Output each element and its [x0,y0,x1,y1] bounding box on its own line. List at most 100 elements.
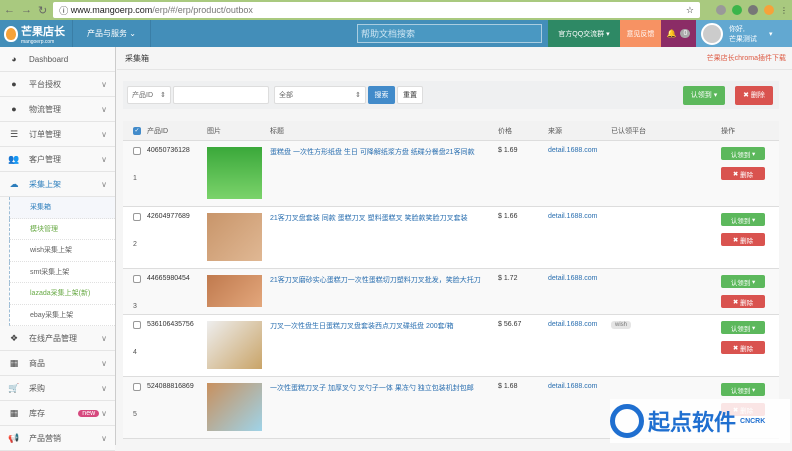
sidebar-item-marketing[interactable]: 📢 产品营销 ∨ [0,426,115,451]
source-link[interactable]: detail.1688.com [548,213,597,220]
sidebar-subitem-ebay[interactable]: ebay采集上架 [9,304,115,326]
back-icon[interactable]: ← [4,4,15,16]
source-link[interactable]: detail.1688.com [548,147,597,154]
sidebar-label: 采购 [29,383,45,393]
row-checkbox[interactable] [133,383,141,391]
sidebar-item-orders[interactable]: ☰ 订单管理 ∨ [0,122,115,147]
search-button[interactable]: 搜索 [368,86,395,104]
product-title-link[interactable]: 一次性蛋糕刀叉子 加厚叉勺 叉勺子一体 果冻勺 独立包装机封包邮 [270,385,474,392]
extension-icon[interactable] [764,5,774,15]
source-link[interactable]: detail.1688.com [548,275,597,282]
bulk-claim-button[interactable]: 认领到 ▾ [683,85,725,105]
extension-icon[interactable] [732,5,742,15]
filter-input[interactable] [173,86,269,104]
claim-button[interactable]: 认领到 ▾ [721,383,765,396]
product-image[interactable] [207,147,262,199]
extension-icon[interactable] [748,5,758,15]
chevron-down-icon: ∨ [101,104,107,114]
sidebar-subitem-wish[interactable]: wish采集上架 [9,240,115,262]
row-checkbox[interactable] [133,213,141,221]
search-placeholder: 帮助文档搜索 [360,29,415,39]
product-image[interactable] [207,321,262,369]
forward-icon[interactable]: → [21,4,32,16]
list-icon: ☰ [9,128,19,139]
sidebar-item-platform-auth[interactable]: ● 平台授权 ∨ [0,72,115,97]
product-image[interactable] [207,275,262,307]
delete-button[interactable]: ✖ 删除 [721,341,765,354]
status-select[interactable]: 全部 ⇕ [274,86,366,104]
product-title-link[interactable]: 蛋糕盘 一次性方形纸盘 生日 可降解纸浆方盘 纸碟分餐盘21客同款 [270,149,475,156]
bullhorn-icon: 📢 [8,432,20,443]
notifications-button[interactable]: 🔔 0 [660,20,696,47]
claim-label: 认领到 [730,151,751,159]
feedback-button[interactable]: 意见反馈 [619,20,661,47]
product-title-link[interactable]: 21客刀叉盘套装 同款 蛋糕刀叉 塑料蛋糕叉 笑脸款笑脸刀叉套装 [270,215,468,222]
row-checkbox[interactable] [133,321,141,329]
extension-icon[interactable] [716,5,726,15]
sidebar-item-goods[interactable]: ▦ 商品 ∨ [0,351,115,376]
close-icon: ✖ [732,170,741,178]
products-services-menu[interactable]: 产品与服务 ⌄ [72,20,151,47]
sidebar-subitem-outbox[interactable]: 采集箱 [9,197,115,219]
col-source: 来源 [548,127,562,135]
sidebar-item-dashboard[interactable]: ◕ Dashboard [0,47,115,72]
user-menu[interactable]: 你好, 芒果测试 ▾ [695,20,792,47]
reload-icon[interactable]: ↻ [38,4,47,17]
sidebar-subitem-smt[interactable]: smt采集上架 [9,261,115,283]
field-select[interactable]: 产品ID ⇕ [127,86,171,104]
filter-bar: 产品ID ⇕ 全部 ⇕ 搜索 重置 认领到 ▾ ✖ 删除 [123,81,779,109]
delete-button[interactable]: ✖ 删除 [721,233,765,246]
reset-button[interactable]: 重置 [397,86,423,104]
col-image: 图片 [207,127,221,135]
cloud-upload-icon: ☁ [9,178,19,189]
source-link[interactable]: detail.1688.com [548,321,597,328]
product-title-link[interactable]: 21客刀叉磨砂实心蛋糕刀一次性蛋糕切刀塑料刀叉批发，笑脸大托刀 [270,277,481,284]
bulk-delete-button[interactable]: ✖ 删除 [735,85,773,105]
sidebar-item-purchase[interactable]: 🛒 采购 ∨ [0,376,115,401]
claim-button[interactable]: 认领到 ▾ [721,275,765,288]
product-price: $ 1.66 [498,213,518,220]
chevron-down-icon: ∨ [101,154,107,164]
breadcrumb: 采集箱 芒果店长chroma插件下载 [117,47,792,70]
row-checkbox[interactable] [133,275,141,283]
claim-label: 认领到 [730,325,751,333]
row-checkbox[interactable] [133,147,141,155]
sidebar-label: 库存 [29,408,45,418]
help-search-input[interactable]: 帮助文档搜索 [356,24,542,43]
plugin-download-link[interactable]: 芒果店长chroma插件下载 [707,53,786,63]
claim-button[interactable]: 认领到 ▾ [721,321,765,334]
delete-button[interactable]: ✖ 删除 [721,295,765,308]
info-icon: ⓘ [59,5,71,16]
star-icon[interactable]: ☆ [686,5,694,16]
sidebar-item-logistics[interactable]: ● 物流管理 ∨ [0,97,115,122]
sidebar-item-collect[interactable]: ☁ 采集上架 ∨ [0,172,115,197]
sidebar-label: 订单管理 [29,129,61,139]
qq-group-button[interactable]: 官方QQ交流群 ▾ [547,20,620,47]
menu-icon[interactable]: ⋮ [780,6,788,15]
delete-button[interactable]: ✖ 删除 [721,167,765,180]
sidebar-item-inventory[interactable]: ▦ 库存 new ∨ [0,401,115,426]
claim-button[interactable]: 认领到 ▾ [721,213,765,226]
delete-label: 删除 [740,171,754,179]
source-link[interactable]: detail.1688.com [548,383,597,390]
new-badge: new [78,409,100,417]
product-image[interactable] [207,213,262,261]
select-all-checkbox[interactable]: ✓ [133,126,141,135]
field-select-value: 产品ID [132,92,153,99]
address-bar[interactable]: ⓘ www.mangoerp.com/erp/#/erp/product/out… [53,2,700,18]
table-row: 1 40650736128 蛋糕盘 一次性方形纸盘 生日 可降解纸浆方盘 纸碟分… [123,141,779,207]
sidebar-label: 客户管理 [29,154,61,164]
sidebar-item-customers[interactable]: 👥 客户管理 ∨ [0,147,115,172]
sidebar-subitem-lazada[interactable]: lazada采集上架(新) [9,283,115,305]
claim-button[interactable]: 认领到 ▾ [721,147,765,160]
product-image[interactable] [207,383,262,431]
sidebar-label: 采集上架 [29,179,61,189]
th-icon: ▦ [9,407,19,418]
product-table: ✓ 产品ID 图片 标题 价格 来源 已认领平台 操作 1 4065073612… [123,121,779,439]
watermark-sub: CNCRK [740,417,766,425]
product-title-link[interactable]: 刀叉一次性盘生日蛋糕刀叉盘套装西点刀叉碟纸盘 200套/箱 [270,323,454,330]
logo[interactable]: 芒果店长 mangoerp.com [0,20,72,47]
avatar [700,22,723,45]
sidebar-item-online-products[interactable]: ❖ 在线产品管理 ∨ [0,326,115,351]
sidebar-subitem-modules[interactable]: 模块管理 [9,218,115,240]
